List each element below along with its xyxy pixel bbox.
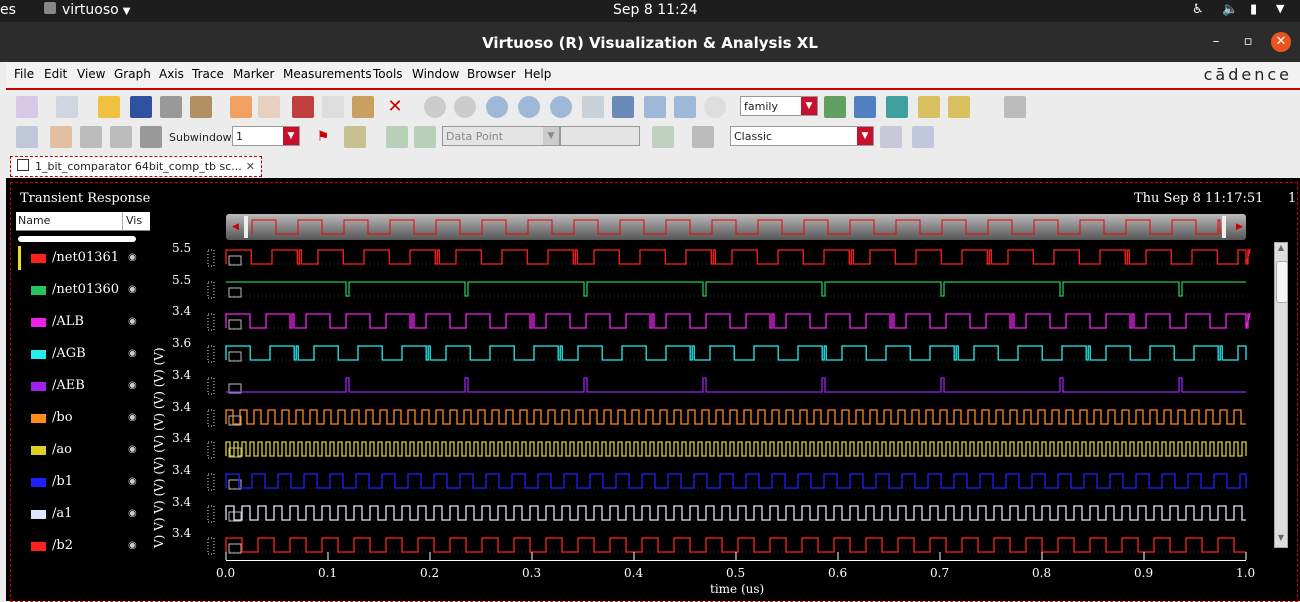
- trace-waveform[interactable]: [225, 537, 1246, 553]
- trace-waveform[interactable]: [225, 249, 1251, 265]
- scroll-down-icon[interactable]: ▼: [1276, 533, 1286, 545]
- scrollbar-thumb[interactable]: [1276, 261, 1288, 303]
- vertical-scrollbar[interactable]: ▲ ▼: [1274, 242, 1288, 548]
- trace-scale-ticks: [207, 409, 215, 427]
- trace-scale-ticks: [207, 505, 215, 523]
- trace-scale-ticks: [207, 345, 215, 363]
- x-axis-label: time (us): [710, 582, 765, 596]
- trace-scale-ticks: [207, 377, 215, 395]
- trace-scale-ticks: [207, 537, 215, 555]
- trace-waveform[interactable]: [226, 281, 1246, 297]
- x-tick-label: 0.4: [624, 566, 644, 580]
- x-tick-label: 0.8: [1032, 566, 1052, 580]
- trace-waveform[interactable]: [225, 409, 1246, 425]
- trace-waveform[interactable]: [225, 505, 1246, 521]
- trace-scale-ticks: [207, 473, 215, 491]
- overview-waveform: [251, 219, 1221, 235]
- x-tick-label: 0.0: [216, 566, 236, 580]
- trace-waveform[interactable]: [225, 313, 1251, 329]
- waveform-plot[interactable]: [0, 0, 1300, 601]
- scroll-up-icon[interactable]: ▲: [1276, 243, 1286, 255]
- x-tick-label: 0.3: [522, 566, 542, 580]
- x-axis-line: [226, 560, 1246, 561]
- trace-waveform[interactable]: [226, 377, 1246, 393]
- trace-waveform[interactable]: [225, 441, 1247, 457]
- x-tick-label: 0.7: [930, 566, 950, 580]
- trace-waveform[interactable]: [225, 345, 1247, 361]
- x-tick-label: 0.1: [318, 566, 338, 580]
- x-tick-label: 0.2: [420, 566, 440, 580]
- trace-scale-ticks: [207, 313, 215, 331]
- x-tick-label: 0.5: [726, 566, 746, 580]
- x-tick-label: 1.0: [1236, 566, 1256, 580]
- trace-scale-ticks: [207, 281, 215, 299]
- x-tick-label: 0.6: [828, 566, 848, 580]
- trace-scale-ticks: [207, 249, 215, 267]
- x-tick-label: 0.9: [1134, 566, 1154, 580]
- trace-waveform[interactable]: [225, 473, 1247, 489]
- trace-scale-ticks: [207, 441, 215, 459]
